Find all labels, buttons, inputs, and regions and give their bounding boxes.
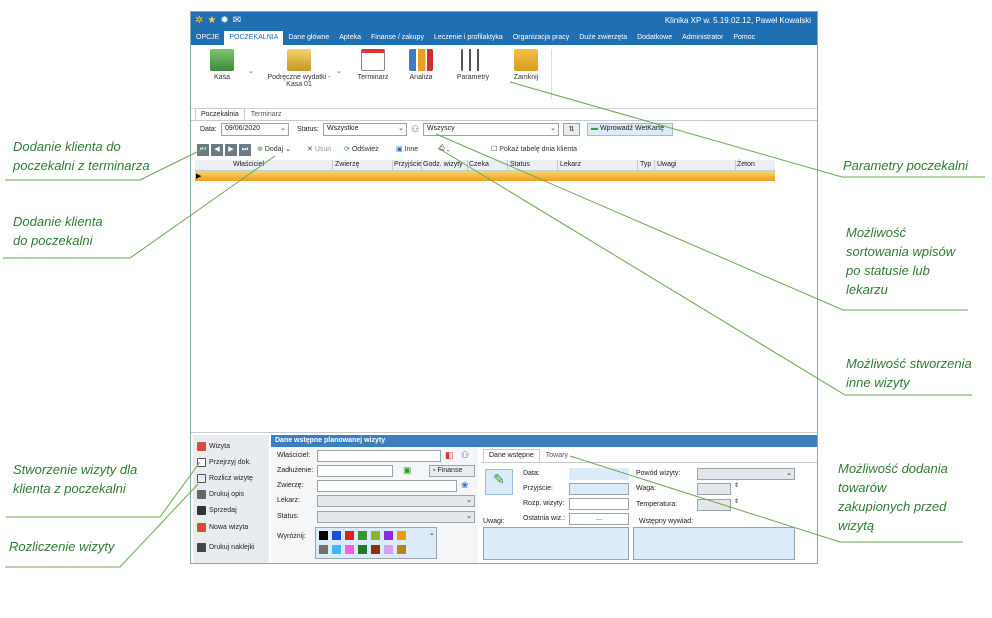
annotation-line: do poczekalni xyxy=(13,233,93,248)
annotation-line: inne wizyty xyxy=(846,375,910,390)
annotation-wizyta: Stworzenie wizyty dla klienta z poczekal… xyxy=(13,460,137,498)
annotation-line: klienta z poczekalni xyxy=(13,481,126,496)
annotation-line: lekarzu xyxy=(846,282,888,297)
annotation-dodaj: Dodanie klienta do poczekalni xyxy=(13,212,103,250)
annotation-line: Możliwość stworzenia xyxy=(846,356,972,371)
annotation-line: Możliwość xyxy=(846,225,906,240)
annotation-terminarz: Dodanie klienta do poczekalni z terminar… xyxy=(13,137,150,175)
annotation-rozliczenie: Rozliczenie wizyty xyxy=(9,537,114,556)
annotation-line: zakupionych przed xyxy=(838,499,947,514)
annotation-parametry: Parametry poczekalni xyxy=(843,156,968,175)
annotation-line: po statusie lub xyxy=(846,263,930,278)
annotation-line: poczekalni z terminarza xyxy=(13,158,150,173)
annotation-line: Możliwość dodania xyxy=(838,461,948,476)
annotation-line: sortowania wpisów xyxy=(846,244,956,259)
annotation-line: Dodanie klienta do xyxy=(13,139,121,154)
annotation-line: wizytą xyxy=(838,518,875,533)
annotation-line: Stworzenie wizyty dla xyxy=(13,462,138,477)
annotation-line: Rozliczenie wizyty xyxy=(9,539,115,554)
annotation-towary: Możliwość dodania towarów zakupionych pr… xyxy=(838,459,948,535)
annotation-sortowanie: Możliwość sortowania wpisów po statusie … xyxy=(846,223,955,299)
annotation-inne: Możliwość stworzenia inne wizyty xyxy=(846,354,972,392)
annotation-line: Dodanie klienta xyxy=(13,214,103,229)
annotation-line: Parametry poczekalni xyxy=(843,158,968,173)
annotation-line: towarów xyxy=(838,480,887,495)
